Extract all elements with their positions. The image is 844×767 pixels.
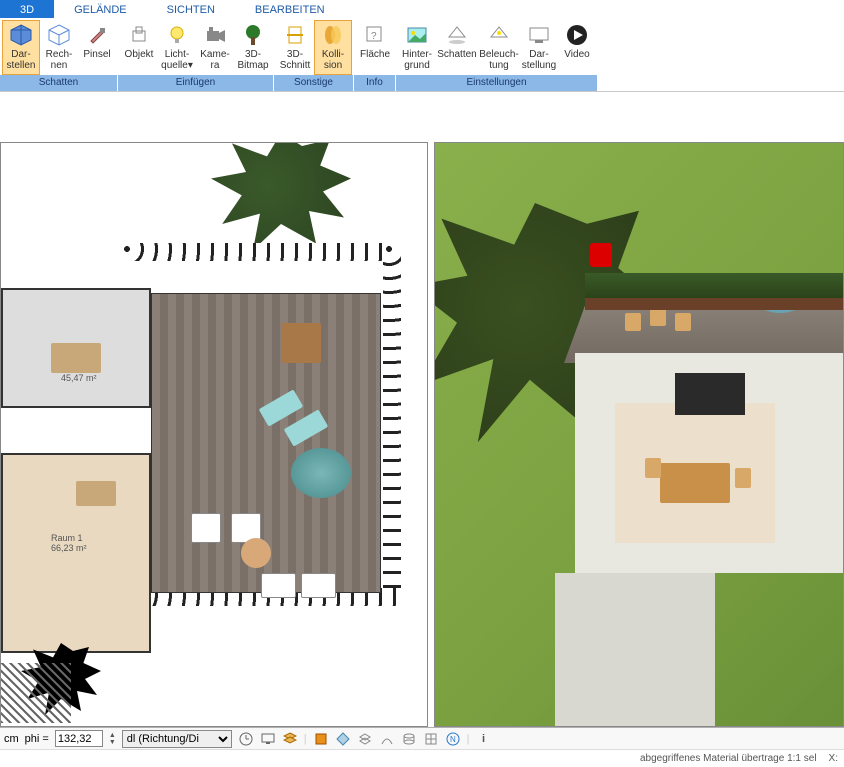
rechnen-button[interactable]: Rech- nen <box>40 20 78 75</box>
display-icon <box>527 23 551 47</box>
darstellung-button[interactable]: Dar- stellung <box>520 20 558 75</box>
ribbon-group-info: ? Fläche Info <box>354 18 396 91</box>
shadow-icon <box>445 23 469 47</box>
play-icon <box>565 23 589 47</box>
svg-text:N: N <box>450 735 456 744</box>
group-label-schatten: Schatten <box>0 75 118 91</box>
cube-orange-icon[interactable] <box>313 731 329 747</box>
ribbon-group-einfuegen: Objekt Licht- quelle▾ Kame- ra 3D- Bitma… <box>118 18 274 91</box>
camera-icon <box>203 23 227 47</box>
tab-3d[interactable]: 3D <box>0 0 54 18</box>
lichtquelle-button[interactable]: Licht- quelle▾ <box>158 20 196 75</box>
tab-gelaende[interactable]: GELÄNDE <box>54 0 147 18</box>
pinsel-button[interactable]: Pinsel <box>78 20 116 75</box>
tube-icon[interactable] <box>401 731 417 747</box>
kamera-button[interactable]: Kame- ra <box>196 20 234 75</box>
monitor-icon[interactable] <box>260 731 276 747</box>
layers-icon[interactable] <box>282 731 298 747</box>
area-icon: ? <box>363 23 387 47</box>
arc-icon[interactable] <box>379 731 395 747</box>
footer-coord: X: <box>829 753 838 764</box>
grid-icon[interactable] <box>423 731 439 747</box>
schatten-button[interactable]: Schatten <box>436 20 478 75</box>
background-icon <box>405 23 429 47</box>
group-label-einstellungen: Einstellungen <box>396 75 598 91</box>
main-tabs: 3D GELÄNDE SICHTEN BEARBEITEN <box>0 0 844 18</box>
objekt-button[interactable]: Objekt <box>120 20 158 75</box>
stack-icon[interactable] <box>357 731 373 747</box>
object-icon <box>127 23 151 47</box>
info-icon[interactable]: i <box>476 731 492 747</box>
phi-spin-up[interactable]: ▲ <box>109 732 116 739</box>
video-button[interactable]: Video <box>558 20 596 75</box>
tab-sichten[interactable]: SICHTEN <box>147 0 235 18</box>
kollision-button[interactable]: Kolli- sion <box>314 20 352 75</box>
section-icon <box>283 23 307 47</box>
viewport-3d[interactable] <box>434 142 844 727</box>
ribbon-group-schatten: Dar- stellen Rech- nen Pinsel Schatten <box>0 18 118 91</box>
tree-icon <box>241 23 265 47</box>
phi-label: phi = <box>25 733 49 745</box>
phi-input[interactable] <box>55 730 103 747</box>
group-label-sonstige: Sonstige <box>274 75 354 91</box>
footer-bar: abgegriffenes Material übertrage 1:1 sel… <box>0 749 844 767</box>
viewport-2d[interactable]: Raum 345,47 m² Raum 166,23 m² <box>0 142 428 727</box>
footer-message: abgegriffenes Material übertrage 1:1 sel <box>640 753 817 764</box>
bulb-icon <box>165 23 189 47</box>
ribbon: Dar- stellen Rech- nen Pinsel Schatten O… <box>0 18 844 92</box>
collision-icon <box>321 23 345 47</box>
group-label-einfuegen: Einfügen <box>118 75 274 91</box>
direction-select[interactable]: dl (Richtung/Di <box>122 730 232 748</box>
room1-label: Raum 166,23 m² <box>51 533 87 553</box>
content-area: Raum 345,47 m² Raum 166,23 m² <box>0 92 844 727</box>
unit-label: cm <box>4 733 19 745</box>
ribbon-group-einstellungen: Hinter- grund Schatten Beleuch- tung Dar… <box>396 18 598 91</box>
tab-bearbeiten[interactable]: BEARBEITEN <box>235 0 345 18</box>
diamond-icon[interactable] <box>335 731 351 747</box>
cube-wire-icon <box>47 23 71 47</box>
ribbon-group-sonstige: 3D- Schnitt Kolli- sion Sonstige <box>274 18 354 91</box>
hintergrund-button[interactable]: Hinter- grund <box>398 20 436 75</box>
svg-text:?: ? <box>371 31 377 42</box>
cube-icon <box>9 23 33 47</box>
bitmap-button[interactable]: 3D- Bitmap <box>234 20 272 75</box>
light-icon <box>487 23 511 47</box>
beleuchtung-button[interactable]: Beleuch- tung <box>478 20 520 75</box>
status-bar: cm phi = ▲ ▼ dl (Richtung/Di | N | i <box>0 727 844 749</box>
schnitt-button[interactable]: 3D- Schnitt <box>276 20 314 75</box>
brush-icon <box>85 23 109 47</box>
darstellen-button[interactable]: Dar- stellen <box>2 20 40 75</box>
n-icon[interactable]: N <box>445 731 461 747</box>
clock-icon[interactable] <box>238 731 254 747</box>
flaeche-button[interactable]: ? Fläche <box>356 20 394 75</box>
phi-spin-down[interactable]: ▼ <box>109 739 116 746</box>
group-label-info: Info <box>354 75 396 91</box>
